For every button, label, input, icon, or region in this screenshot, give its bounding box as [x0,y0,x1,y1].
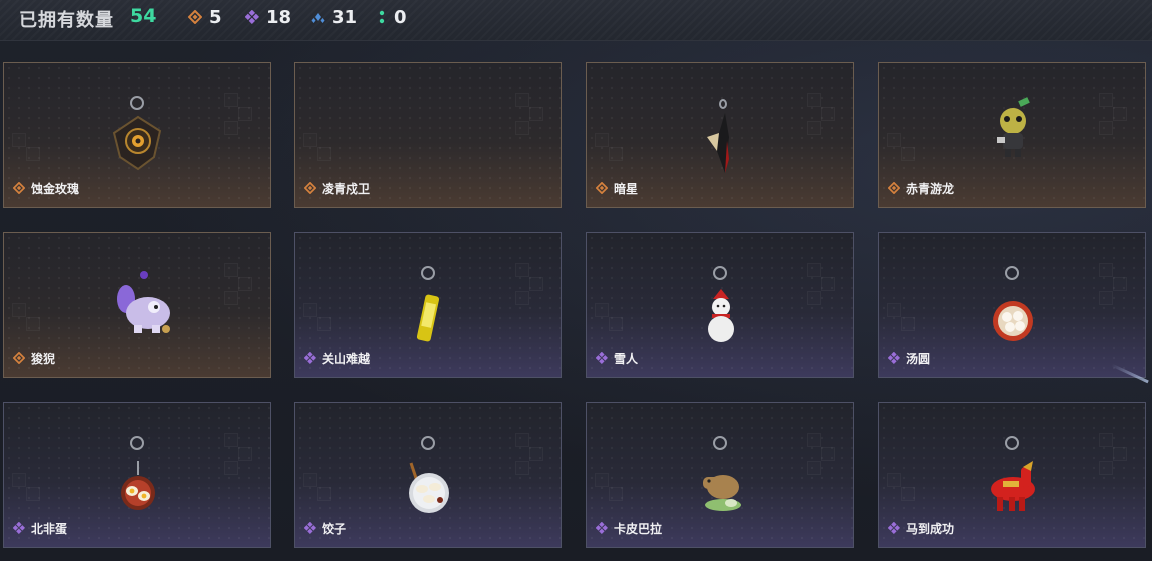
gold-rose-pendant-icon [112,115,162,171]
purple-diamond-icon [12,519,26,538]
stat-orange-value: 5 [209,6,222,28]
stat-purple-value: 18 [266,6,292,28]
orange-diamond-icon [188,10,202,24]
item-card-red-dragon[interactable]: 赤青游龙 [878,62,1146,208]
snowman-pendant-icon [708,289,734,342]
purple-lion-pendant-icon [117,271,170,333]
item-card-capybara[interactable]: 卡皮巴拉 [586,402,854,548]
item-card-red-horse[interactable]: 马到成功 [878,402,1146,548]
orange-diamond-icon [303,179,317,198]
item-name: 关山难越 [322,352,371,366]
item-name: 暗星 [614,182,639,196]
stat-green-value: 0 [394,6,407,28]
orange-diamond-icon [12,349,26,368]
item-name: 卡皮巴拉 [614,522,663,536]
item-card-guanshan[interactable]: 关山难越 [294,232,562,378]
dragon-figure-pendant-icon [997,97,1030,157]
item-card-tangyuan[interactable]: 汤圆 [878,232,1146,378]
purple-diamond-icon [303,349,317,368]
stat-orange: 5 [188,6,222,28]
item-name: 雪人 [614,352,639,366]
orange-diamond-icon [887,179,901,198]
purple-diamond-icon [887,519,901,538]
item-card-suanni[interactable]: 狻猊 [3,232,271,378]
shakshuka-pan-pendant-icon [121,461,155,510]
purple-diamond-icon [595,519,609,538]
item-name: 狻猊 [31,352,56,366]
item-card-dark-star[interactable]: 暗星 [586,62,854,208]
dumpling-plate-pendant-icon [409,462,449,513]
yellow-can-pendant-icon [416,294,440,342]
stat-purple: 18 [245,6,291,28]
item-card-dumplings[interactable]: 饺子 [294,402,562,548]
tangyuan-bowl-pendant-icon [993,301,1033,341]
dark-star-blade-pendant-icon [707,113,729,173]
red-horse-pendant-icon [991,461,1035,511]
item-card-gold-rose[interactable]: 蚀金玫瑰 [3,62,271,208]
collection-page: 已拥有数量 54 5 18 31 0 蚀金玫瑰 凌青戍卫 暗星 赤青游龙 狻猊 … [0,0,1152,561]
orange-diamond-icon [595,179,609,198]
item-name: 赤青游龙 [906,182,955,196]
item-card-snowman[interactable]: 雪人 [586,232,854,378]
owned-count-label: 已拥有数量 [19,10,114,31]
owned-count-value: 54 [130,5,157,27]
stat-green: 0 [377,6,407,28]
item-name: 马到成功 [906,522,955,536]
purple-diamond-icon [303,519,317,538]
item-name: 汤圆 [906,352,931,366]
purple-diamond-icon [887,349,901,368]
item-name: 北非蛋 [31,522,68,536]
header-bar: 已拥有数量 54 5 18 31 0 [0,0,1152,41]
stat-blue: 31 [311,6,357,28]
purple-diamond-icon [245,10,259,24]
item-name: 凌青戍卫 [322,182,371,196]
green-dots-icon [377,10,387,24]
orange-diamond-icon [12,179,26,198]
item-card-shakshuka[interactable]: 北非蛋 [3,402,271,548]
stat-blue-value: 31 [332,6,358,28]
purple-diamond-icon [595,349,609,368]
item-name: 蚀金玫瑰 [31,182,80,196]
item-card-lingqing-guard[interactable]: 凌青戍卫 [294,62,562,208]
capybara-pendant-icon [703,475,741,511]
blue-triangle-icon [311,10,325,24]
item-name: 饺子 [322,522,347,536]
